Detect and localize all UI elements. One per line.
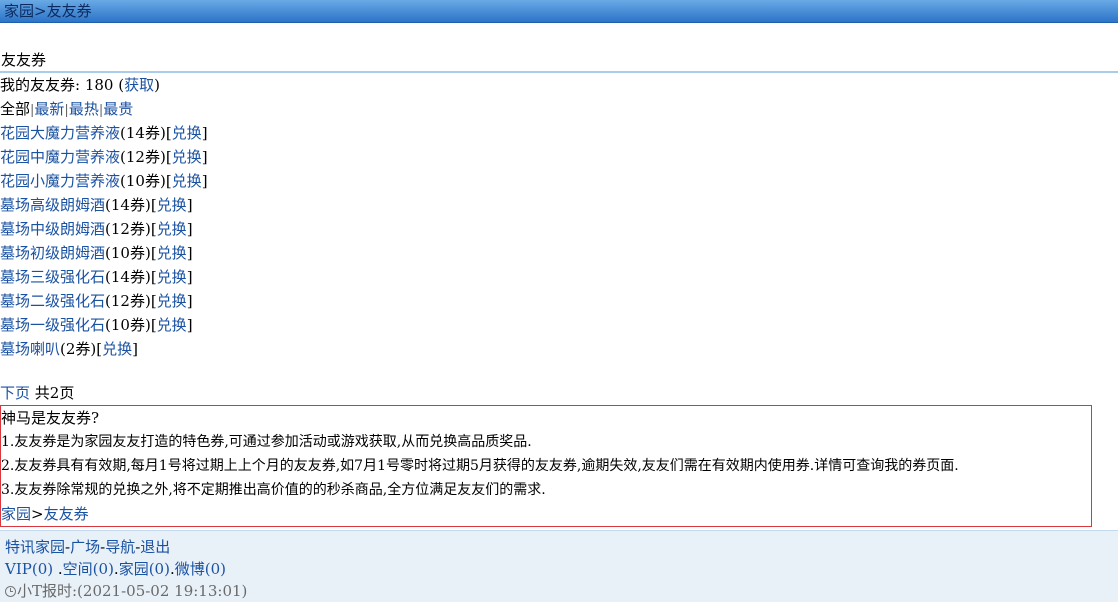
header-breadcrumb: 家园>友友券 [0,0,1118,23]
redeem-link[interactable]: 兑换 [157,316,187,334]
item-list: 花园大魔力营养液(14券)[兑换] 花园中魔力营养液(12券)[兑换] 花园小魔… [0,121,1118,361]
item-name-link[interactable]: 花园中魔力营养液 [0,148,120,166]
footer-vip-link[interactable]: VIP(0) [5,560,53,578]
footer-stats: VIP(0) .空间(0).家园(0).微博(0) [5,558,1113,580]
my-coupons-row: 我的友友券: 180 (获取) [0,73,1118,97]
item-name-link[interactable]: 花园大魔力营养液 [0,124,120,142]
item-cost: (12券) [105,220,151,238]
filter-all: 全部 [0,100,31,118]
item-cost: (14券) [105,196,151,214]
footer-time: 小T报时:(2021-05-02 19:13:01) [5,580,1113,602]
item-cost: (14券) [120,124,166,142]
list-item: 墓场一级强化石(10券)[兑换] [0,316,193,334]
filter-newest-link[interactable]: 最新 [34,100,64,118]
faq-line: 2.友友券具有有效期,每月1号将过期上上个月的友友券,如7月1号零时将过期5月获… [1,458,959,474]
next-page-link[interactable]: 下页 [0,384,30,402]
item-name-link[interactable]: 墓场一级强化石 [0,316,105,334]
list-item: 墓场喇叭(2券)[兑换] [0,340,138,358]
redeem-link[interactable]: 兑换 [157,292,187,310]
breadcrumb-current-link[interactable]: 友友券 [47,2,92,20]
item-cost: (2券) [60,340,97,358]
footer-site-link[interactable]: 特讯家园 [5,538,65,556]
list-item: 花园大魔力营养液(14券)[兑换] [0,124,208,142]
pagination: 下页 共2页 [0,381,1118,405]
item-cost: (12券) [105,292,151,310]
footer-nav: 特讯家园-广场-导航-退出 [5,536,1113,558]
list-item: 花园中魔力营养液(12券)[兑换] [0,148,208,166]
faq-box: 神马是友友券? 1.友友券是为家园友友打造的特色券,可通过参加活动或游戏获取,从… [0,405,1092,527]
item-cost: (10券) [105,316,151,334]
breadcrumb-separator: > [34,2,47,20]
item-cost: (10券) [105,244,151,262]
bottom-breadcrumb-current-link[interactable]: 友友券 [44,505,89,523]
redeem-link[interactable]: 兑换 [172,124,202,142]
item-name-link[interactable]: 墓场三级强化石 [0,268,105,286]
list-item: 墓场二级强化石(12券)[兑换] [0,292,193,310]
item-name-link[interactable]: 墓场喇叭 [0,340,60,358]
item-cost: (10券) [120,172,166,190]
list-item: 墓场初级朗姆酒(10券)[兑换] [0,244,193,262]
item-name-link[interactable]: 墓场中级朗姆酒 [0,220,105,238]
faq-line: 1.友友券是为家园友友打造的特色券,可通过参加活动或游戏获取,从而兑换高品质奖品… [1,434,532,450]
footer-guide-link[interactable]: 导航 [105,538,135,556]
footer-logout-link[interactable]: 退出 [140,538,170,556]
clock-icon [5,586,16,597]
footer-space-link[interactable]: 空间(0) [63,560,114,578]
my-coupons-label: 我的友友券: [0,76,81,94]
redeem-link[interactable]: 兑换 [172,148,202,166]
total-pages: 共2页 [34,384,75,402]
footer-plaza-link[interactable]: 广场 [70,538,100,556]
item-name-link[interactable]: 墓场高级朗姆酒 [0,196,105,214]
faq-line: 3.友友券除常规的兑换之外,将不定期推出高价值的的秒杀商品,全方位满足友友们的需… [1,482,546,498]
list-item: 墓场中级朗姆酒(12券)[兑换] [0,220,193,238]
redeem-link[interactable]: 兑换 [157,244,187,262]
list-item: 墓场三级强化石(14券)[兑换] [0,268,193,286]
footer-time-text: 小T报时:(2021-05-02 19:13:01) [17,582,248,600]
footer: 特讯家园-广场-导航-退出 VIP(0) .空间(0).家园(0).微博(0) … [0,530,1118,602]
list-item: 花园小魔力营养液(10券)[兑换] [0,172,208,190]
filter-hottest-link[interactable]: 最热 [69,100,99,118]
bottom-breadcrumb-home-link[interactable]: 家园 [1,505,31,523]
bottom-breadcrumb: 家园>友友券 [1,502,1091,526]
item-cost: (14券) [105,268,151,286]
redeem-link[interactable]: 兑换 [102,340,132,358]
item-name-link[interactable]: 墓场初级朗姆酒 [0,244,105,262]
filter-priciest-link[interactable]: 最贵 [103,100,133,118]
filter-bar: 全部|最新|最热|最贵 [0,97,1118,121]
redeem-link[interactable]: 兑换 [157,220,187,238]
redeem-link[interactable]: 兑换 [172,172,202,190]
footer-home-link[interactable]: 家园(0) [119,560,170,578]
item-name-link[interactable]: 墓场二级强化石 [0,292,105,310]
redeem-link[interactable]: 兑换 [157,268,187,286]
item-name-link[interactable]: 花园小魔力营养液 [0,172,120,190]
breadcrumb-home-link[interactable]: 家园 [4,2,34,20]
footer-weibo-link[interactable]: 微博(0) [175,560,226,578]
redeem-link[interactable]: 兑换 [157,196,187,214]
faq-title: 神马是友友券? [1,409,100,427]
get-coupons-link[interactable]: 获取 [124,76,154,94]
page-title: 友友券 [0,49,1118,73]
paren-close: ) [154,76,160,94]
my-coupons-value: 180 [84,76,114,94]
item-cost: (12券) [120,148,166,166]
bottom-breadcrumb-separator: > [31,505,44,523]
list-item: 墓场高级朗姆酒(14券)[兑换] [0,196,193,214]
